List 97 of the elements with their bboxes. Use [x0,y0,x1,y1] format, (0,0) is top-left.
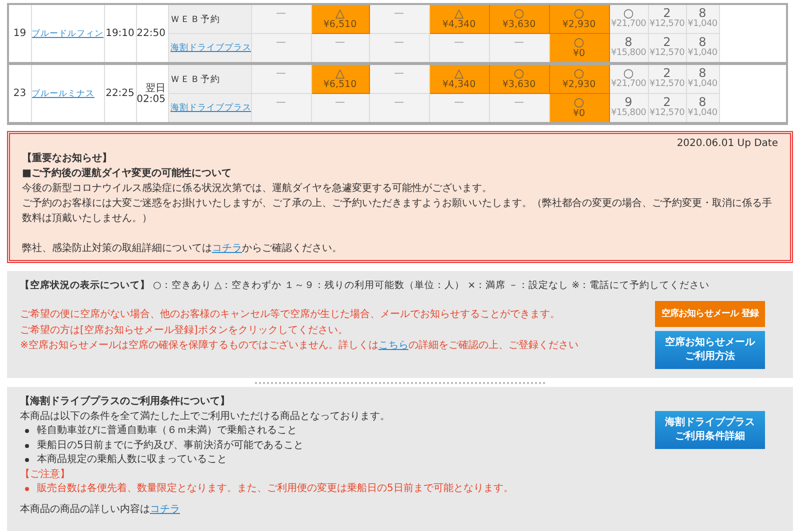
fare-price: ¥0 [572,108,586,119]
fare-price: ¥21,700 [610,79,647,90]
table-cell: 19 [8,4,31,64]
fare-price: ¥12,570 [649,48,685,59]
notice-text: ご予約のお客様には大変ご迷惑をお掛けいたしますが、ご了承の上、ご予約いただきますようお願いいたします。（弊社都合の変更の場合、ご予約変更・取消に係る手数料は頂戴いたしません。） [22,196,773,226]
caution-title: 【ご注意】 [20,468,71,482]
fare-price: ¥4,340 [441,19,477,30]
fare-price: ¥6,510 [322,19,358,30]
fare-price: ¥1,040 [687,79,718,90]
availability-mark: ○ [572,8,586,19]
availability-mark: △ [334,68,346,79]
register-button[interactable]: 空席お知らせメール 登録 [655,301,765,327]
fare-price: ¥12,570 [649,79,685,90]
availability-mark: △ [453,68,465,79]
table-cell: — [369,94,429,124]
fare-price: ¥4,340 [441,79,477,90]
fare-price: ¥12,570 [649,19,685,30]
table-cell: 22:25 [104,64,136,124]
caution-item: 販売台数は各便先着、数量限定となります。また、ご利用便の変更は乗船日の5日前まで可能となります。 [37,482,514,496]
table-cell: — [251,94,311,124]
condition-item: 軽自動車並びに普通自動車（６ｍ未満）で乗船されること [37,424,297,438]
availability-mark: ○ [623,8,634,19]
table-cell: — [429,34,489,64]
availability-mark: ○ [623,68,634,79]
table-cell: — [369,64,429,94]
conditions-button[interactable]: 海割ドライブプラス ご利用条件詳細 [655,411,765,449]
bullet-icon [25,458,29,462]
fare-price: ¥12,570 [649,108,685,119]
table-cell: — [311,94,369,124]
alert-text: ※空席お知らせメールは空席の確保を保障するものではございません。詳しくはこちらの詳細をご確認の上、ご登録ください [20,338,578,353]
bullet-icon [25,487,29,492]
table-cell: — [369,4,429,34]
table-cell: — [251,4,311,34]
condition-item: 本商品規定の乗船人数に収まっていること [37,453,227,467]
arrival-time: 22:50 [137,28,166,39]
bullet-icon [25,429,29,434]
conditions-intro: 本商品は以下の条件を全て満たした上でご利用いただける商品となっております。 [20,410,391,424]
ship-link[interactable]: ブルールミナス [32,88,94,98]
availability-mark: 2 [663,97,671,108]
availability-mark: ○ [512,8,526,19]
next-day-label: 翌日 [144,82,166,94]
table-cell: — [489,34,549,64]
condition-item: 乗船日の5日前までに予約及び、事前決済が可能であること [37,438,304,452]
fare-price: ¥2,930 [561,79,597,90]
availability-mark: 2 [663,68,671,79]
conditions-footer: 本商品の商品の詳しい内容はコチラ [20,502,514,517]
alert-text: ご希望の方は[空席お知らせメール登録]ボタンをクリックしてください。 [20,324,349,338]
notice-heading: 【重要なお知らせ】 [22,152,113,166]
fare-price: ¥2,930 [561,19,597,30]
table-cell: 23 [8,64,31,124]
availability-mark: ○ [572,97,586,108]
notice-text: 今後の新型コロナウイルス感染症に係る状況次第では、運航ダイヤを急遽変更する可能性がございます。 [22,182,493,196]
availability-mark: ○ [512,68,526,79]
update-date: 2020.06.01 Up Date [676,137,778,151]
fare-price: ¥3,630 [501,19,537,30]
availability-mark: 8 [698,8,706,19]
plan-name: ＷＥＢ予約 [168,64,251,94]
info-link[interactable]: コチラ [212,243,242,254]
availability-mark: 8 [698,97,706,108]
notice-subheading: ■ご予約後の運航ダイヤ変更の可能性について [22,166,232,181]
availability-mark: 8 [698,68,706,79]
notice-text: 弊社、感染防止対策の取組詳細についてはコチラからご確認ください。 [22,242,343,256]
availability-mark: △ [453,8,465,19]
product-link[interactable]: コチラ [150,504,180,514]
table-cell: — [369,34,429,64]
table-cell: — [489,94,549,124]
fare-price: ¥15,800 [610,48,647,59]
fare-price: ¥15,800 [610,108,647,119]
fare-price: ¥1,040 [687,108,718,119]
availability-mark: ○ [572,37,586,48]
details-link[interactable]: こちら [378,340,408,351]
fare-price: ¥1,040 [687,19,718,30]
fare-price: ¥1,040 [687,48,718,59]
availability-mark: △ [334,8,346,19]
fare-price: ¥3,630 [501,79,537,90]
bullet-icon [25,444,29,448]
availability-mark: 2 [663,37,671,48]
table-cell: — [251,34,311,64]
fare-price: ¥21,700 [610,19,647,30]
availability-mark: 8 [624,37,632,48]
table-cell: 19:10 [104,4,136,64]
conditions-title: 【海割ドライブプラスのご利用条件について】 [20,395,231,409]
fare-price: ¥6,510 [322,79,358,90]
availability-mark: 9 [624,97,632,108]
legend-text: 【空席状況の表示について】 ○：空きあり △：空きわずか １～９：残りの利用可能数（単位：人） ×：満席 －：設定なし ※：電話にて予約してください [20,279,711,293]
usage-button[interactable]: 空席お知らせメール ご利用方法 [655,331,765,369]
availability-mark: 2 [663,8,671,19]
arrival-time: 02:05 [137,94,166,104]
table-cell: — [429,94,489,124]
alert-text: ご希望の便に空席がない場合、他のお客様のキャンセル等で空席が生じた場合、メールでお知らせすることができます。 [20,308,561,322]
plan-name: ＷＥＢ予約 [168,4,251,34]
fare-price: ¥0 [572,48,586,59]
table-cell: — [311,34,369,64]
ship-link[interactable]: ブルードルフィン [32,28,103,38]
table-cell: — [251,64,311,94]
availability-mark: ○ [572,68,586,79]
availability-mark: 8 [698,37,706,48]
